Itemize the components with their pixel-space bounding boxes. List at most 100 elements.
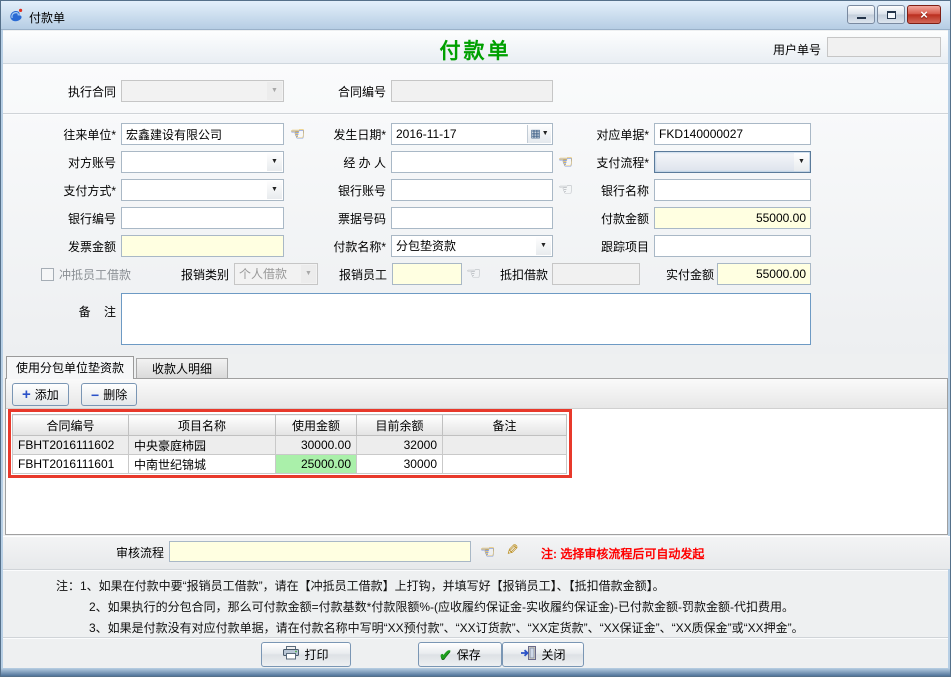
date-picker-button[interactable]: ▦ ▼ xyxy=(527,125,551,143)
minus-icon: − xyxy=(91,388,99,402)
chevron-down-icon: ▼ xyxy=(267,153,282,171)
payment-amount-input[interactable] xyxy=(654,207,811,229)
contract-no-label: 合同编号 xyxy=(301,81,386,103)
bank-no-input[interactable] xyxy=(121,207,284,229)
payment-flow-label: 支付流程* xyxy=(564,152,649,174)
occur-date-label: 发生日期* xyxy=(301,124,386,146)
payment-flow-select[interactable]: ▼ xyxy=(654,151,811,173)
cell-used-amount[interactable]: 25000.00 xyxy=(276,455,357,474)
add-row-button[interactable]: + 添加 xyxy=(12,383,69,406)
note-line-2: 2、如果执行的分包合同，那么可付款金额=付款基数*付款限额%-(应收履约保证金-… xyxy=(89,598,794,615)
payment-method-label: 支付方式* xyxy=(29,180,116,202)
counter-account-select[interactable]: ▼ xyxy=(121,151,284,173)
reimburse-employee-input[interactable] xyxy=(392,263,462,285)
chevron-down-icon: ▼ xyxy=(794,153,809,171)
note-line-3: 3、如果是付款没有对应付款单据，请在付款名称中写明“XX预付款”、“XX订货款”… xyxy=(89,619,804,636)
col-used-amount: 使用金额 xyxy=(276,415,357,436)
save-button[interactable]: ✔ 保存 xyxy=(418,642,502,667)
table-row[interactable]: FBHT2016111602 中央豪庭柿园 30000.00 32000 xyxy=(13,436,567,455)
handler-input[interactable] xyxy=(391,151,553,173)
minimize-icon xyxy=(857,17,866,19)
cell-remark xyxy=(443,455,567,474)
check-icon: ✔ xyxy=(439,646,452,664)
close-icon: × xyxy=(920,8,928,21)
invoice-amount-label: 发票金额 xyxy=(29,236,116,258)
exec-contract-label: 执行合同 xyxy=(29,81,116,103)
offset-loan-label: 冲抵员工借款 xyxy=(59,264,149,286)
payment-amount-label: 付款金额 xyxy=(564,208,649,230)
audit-flow-label: 审核流程 xyxy=(109,542,164,564)
cell-remark xyxy=(443,436,567,455)
divider xyxy=(3,113,948,115)
delete-row-button[interactable]: − 删除 xyxy=(81,383,137,406)
actual-amount-input[interactable] xyxy=(717,263,811,285)
cell-current-balance: 32000 xyxy=(357,436,443,455)
minimize-button[interactable] xyxy=(847,5,875,24)
remark-textarea[interactable] xyxy=(121,293,811,345)
invoice-amount-input[interactable] xyxy=(121,235,284,257)
picker-hand-icon-disabled: ☜ xyxy=(466,264,486,284)
table-header-row: 合同编号 项目名称 使用金额 目前余额 备注 xyxy=(13,415,567,436)
deduct-loan-label: 抵扣借款 xyxy=(490,264,548,286)
close-form-button[interactable]: 关闭 xyxy=(502,642,584,667)
chevron-down-icon: ▼ xyxy=(542,124,549,144)
bank-account-label: 银行账号 xyxy=(301,180,386,202)
edit-pencil-icon[interactable]: ✎ xyxy=(506,541,519,559)
window-frame-right xyxy=(948,30,950,668)
tracking-project-label: 跟踪项目 xyxy=(564,236,649,258)
chevron-down-icon: ▼ xyxy=(536,237,551,255)
bank-name-input[interactable] xyxy=(654,179,811,201)
audit-note: 注: 选择审核流程后可自动发起 xyxy=(541,545,704,562)
divider xyxy=(3,569,948,571)
bill-no-input[interactable] xyxy=(391,207,553,229)
plus-icon: + xyxy=(22,387,31,402)
col-project-name: 项目名称 xyxy=(129,415,276,436)
payment-name-label: 付款名称* xyxy=(301,236,386,258)
maximize-icon xyxy=(887,11,896,19)
reimburse-employee-label: 报销员工 xyxy=(329,264,387,286)
tab-payee-detail[interactable]: 收款人明细 xyxy=(136,358,228,379)
cell-used-amount[interactable]: 30000.00 xyxy=(276,436,357,455)
close-button[interactable]: × xyxy=(907,5,941,24)
cell-current-balance: 30000 xyxy=(357,455,443,474)
payment-name-select[interactable]: 分包垫资款 ▼ xyxy=(391,235,553,257)
col-current-balance: 目前余额 xyxy=(357,415,443,436)
counterparty-input[interactable] xyxy=(121,123,284,145)
payment-form-window: 付款单 × 付款单 用户单号 执行合同 ▼ 合同编号 往来单位* ☜ 发生日期*… xyxy=(0,0,951,677)
detail-toolbar xyxy=(6,379,947,409)
cell-project-name: 中央豪庭柿园 xyxy=(129,436,276,455)
related-doc-input[interactable] xyxy=(654,123,811,145)
table-row[interactable]: FBHT2016111601 中南世纪锦城 25000.00 30000 xyxy=(13,455,567,474)
col-remark: 备注 xyxy=(443,415,567,436)
related-doc-label: 对应单据* xyxy=(564,124,649,146)
bank-no-label: 银行编号 xyxy=(29,208,116,230)
counterparty-label: 往来单位* xyxy=(29,124,116,146)
tracking-project-input[interactable] xyxy=(654,235,811,257)
exec-contract-select: ▼ xyxy=(121,80,284,102)
audit-flow-input[interactable] xyxy=(169,541,471,562)
window-controls: × xyxy=(847,5,941,24)
bill-no-label: 票据号码 xyxy=(301,208,386,230)
exit-door-icon xyxy=(520,646,536,663)
actual-amount-label: 实付金额 xyxy=(656,264,714,286)
bank-name-label: 银行名称 xyxy=(564,180,649,202)
app-icon xyxy=(8,7,24,23)
deduct-loan-input xyxy=(552,263,640,285)
tab-subcontract-advance[interactable]: 使用分包单位垫资款 xyxy=(6,356,134,379)
window-title: 付款单 xyxy=(29,9,65,26)
offset-loan-checkbox xyxy=(41,268,54,281)
handler-label: 经 办 人 xyxy=(301,152,386,174)
bank-account-input[interactable] xyxy=(391,179,553,201)
maximize-button[interactable] xyxy=(877,5,905,24)
chevron-down-icon: ▼ xyxy=(267,82,282,100)
occur-date-input[interactable]: 2016-11-17 ▦ ▼ xyxy=(391,123,553,145)
picker-hand-icon[interactable]: ☜ xyxy=(480,542,500,562)
cell-contract-no: FBHT2016111602 xyxy=(13,436,129,455)
chevron-down-icon: ▼ xyxy=(267,181,282,199)
cell-contract-no: FBHT2016111601 xyxy=(13,455,129,474)
payment-method-select[interactable]: ▼ xyxy=(121,179,284,201)
contract-no-input xyxy=(391,80,553,102)
divider xyxy=(3,637,948,639)
printer-icon xyxy=(283,646,299,663)
print-button[interactable]: 打印 xyxy=(261,642,351,667)
